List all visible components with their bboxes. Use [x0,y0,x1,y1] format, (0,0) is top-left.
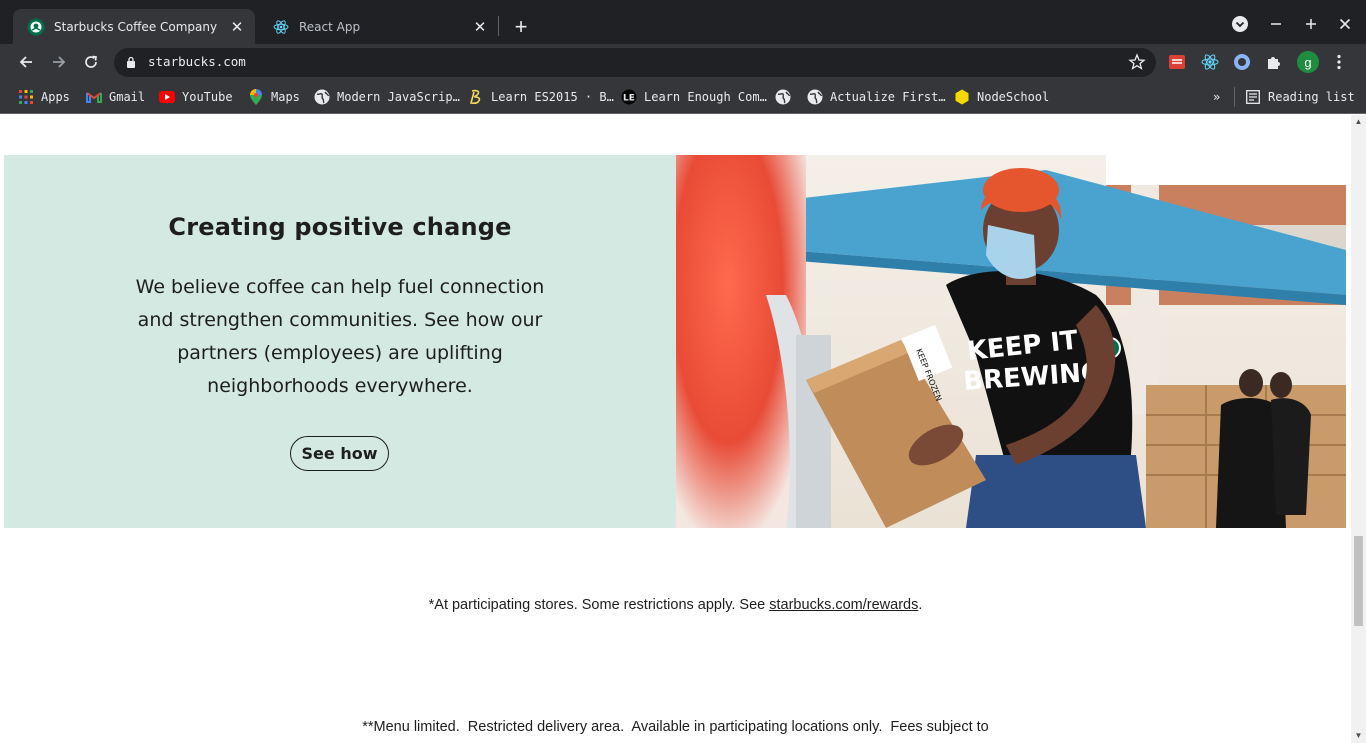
rewards-link[interactable]: starbucks.com/rewards [769,597,918,613]
circle-extension-icon [1234,54,1250,70]
learn-enough-icon: LE [621,89,637,105]
more-bookmarks-chevron: » [1213,90,1221,104]
bookmark-label: YouTube [182,90,233,104]
tab-search-button[interactable] [1229,13,1251,35]
maps-icon [248,89,264,105]
page-scrollbar[interactable]: ▲ ▼ [1351,115,1366,743]
more-bookmarks-button[interactable]: » [1213,87,1220,107]
chevron-down-icon [1232,16,1248,32]
close-tab-icon[interactable]: ✕ [229,18,245,36]
scroll-down-arrow-icon[interactable]: ▼ [1354,732,1363,740]
react-icon [1201,54,1219,70]
maximize-button[interactable] [1300,13,1322,35]
react-icon [272,18,290,36]
bookmark-label: Modern JavaScrip… [337,90,460,104]
page-content: Creating positive change We believe coff… [0,115,1366,743]
tab-starbucks[interactable]: Starbucks Coffee Company ✕ [13,9,255,44]
gmail-icon [86,89,102,105]
forward-button[interactable] [47,50,71,74]
bookmark-gmail[interactable]: Gmail [86,87,145,107]
close-tab-icon[interactable]: ✕ [472,18,488,36]
back-button[interactable] [14,50,38,74]
tab-title: Starbucks Coffee Company [54,19,218,34]
creating-positive-change-section: Creating positive change We believe coff… [4,155,1346,528]
puzzle-icon [1268,57,1280,69]
tab-title: React App [299,19,361,34]
reading-list-button[interactable]: Reading list [1234,87,1355,107]
browser-menu-button[interactable] [1330,53,1348,71]
reload-button[interactable] [79,50,103,74]
bookmark-apps[interactable]: Apps [18,87,70,107]
bookmark-youtube[interactable]: YouTube [159,87,233,107]
bookmark-untitled[interactable] [775,87,798,107]
see-how-button[interactable]: See how [290,436,389,471]
scroll-up-arrow-icon[interactable]: ▲ [1354,118,1363,126]
reading-list-icon [1245,89,1261,105]
bookmarks-bar: Apps Gmail YouTube Maps Modern JavaScrip… [0,80,1366,114]
maximize-icon [1306,19,1316,29]
address-bar[interactable]: starbucks.com [114,48,1156,77]
tab-separator [498,16,499,36]
close-icon [1339,18,1351,30]
lock-icon[interactable] [126,56,136,68]
starbucks-icon [27,18,45,36]
bookmark-actualize[interactable]: Actualize First… [807,87,946,107]
reading-list-label: Reading list [1268,90,1355,104]
bookmark-learn-es2015[interactable]: Learn ES2015 · B… [468,87,614,107]
reload-icon [85,55,97,68]
extension-button[interactable] [1233,53,1251,71]
todoist-extension-icon [1169,55,1185,69]
delivery-footnote: **Menu limited. Restricted delivery area… [362,719,989,735]
scrollbar-thumb[interactable] [1354,536,1363,626]
bookmark-maps[interactable]: Maps [248,87,300,107]
bookmark-learn-enough[interactable]: LE Learn Enough Com… [621,87,767,107]
globe-icon [314,89,330,105]
nodeschool-icon [954,89,970,105]
bookmark-label: Maps [271,90,300,104]
bookmark-label: Gmail [109,90,146,104]
browser-toolbar: starbucks.com g [0,44,1366,80]
rewards-footnote: *At participating stores. Some restricti… [0,597,1351,613]
extension-button[interactable] [1168,53,1186,71]
bookmark-modern-javascript[interactable]: Modern JavaScrip… [314,87,460,107]
bookmark-label: Apps [41,90,70,104]
tab-react-app[interactable]: React App ✕ [258,9,498,44]
partner-carrying-box-photo: KEEP IT BREWING KEEP FROZEN [676,155,1346,528]
bookmark-star-icon[interactable] [1128,53,1146,71]
rewards-footnote-prefix: *At participating stores. Some restricti… [428,597,770,613]
bookmark-label: Actualize First… [830,90,946,104]
profile-avatar[interactable]: g [1297,51,1319,73]
new-tab-button[interactable]: + [509,14,533,39]
promo-title: Creating positive change [168,213,512,241]
react-devtools-button[interactable] [1201,53,1219,71]
arrow-left-icon [19,56,32,68]
bookmark-nodeschool[interactable]: NodeSchool [954,87,1049,107]
extensions-menu-button[interactable] [1265,53,1283,71]
apps-grid-icon [18,89,34,105]
globe-icon [775,89,791,105]
minimize-icon [1271,23,1281,25]
youtube-icon [159,89,175,105]
globe-icon [807,89,823,105]
close-window-button[interactable] [1334,13,1356,35]
bookmark-label: NodeSchool [977,90,1050,104]
promo-body: We believe coffee can help fuel connecti… [135,276,545,397]
babel-icon [468,89,484,105]
minimize-button[interactable] [1265,13,1287,35]
arrow-right-icon [53,56,66,68]
svg-text:LE: LE [623,94,635,104]
bookmark-label: Learn ES2015 · B… [491,90,614,104]
rewards-footnote-suffix: . [918,597,923,613]
promo-text-panel: Creating positive change We believe coff… [4,155,676,528]
browser-tab-strip: Starbucks Coffee Company ✕ React App ✕ + [0,0,1366,44]
url-text[interactable]: starbucks.com [148,54,246,69]
promo-image: KEEP IT BREWING KEEP FROZEN [676,155,1346,528]
profile-initial: g [1304,54,1312,70]
bookmark-label: Learn Enough Com… [644,90,767,104]
more-vertical-icon [1337,54,1341,70]
